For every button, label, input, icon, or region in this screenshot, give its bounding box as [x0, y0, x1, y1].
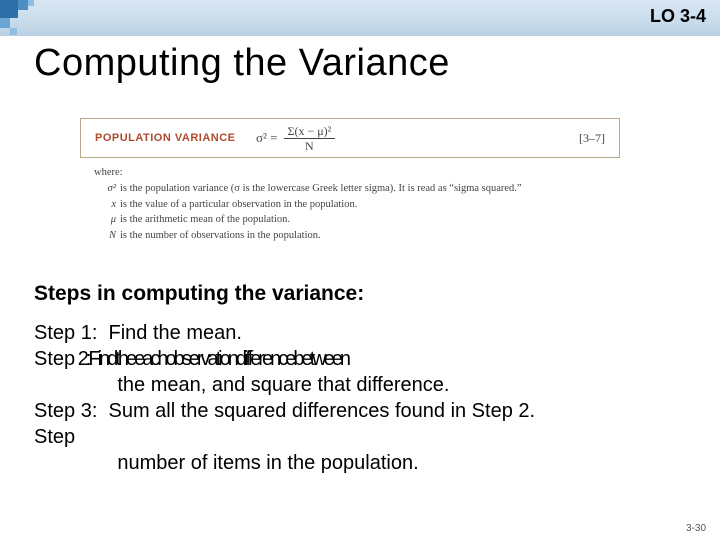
- step-line: Step: [34, 424, 690, 450]
- formula-fraction: Σ(x − μ)² N: [284, 125, 336, 152]
- formula-denominator: N: [305, 139, 314, 152]
- where-symbol: μ: [94, 212, 120, 228]
- where-symbol: σ²: [94, 181, 120, 197]
- learning-objective-label: LO 3-4: [650, 6, 706, 27]
- where-text: is the arithmetic mean of the population…: [120, 212, 290, 228]
- where-label: where:: [94, 165, 522, 181]
- formula-reference: [3–7]: [579, 131, 619, 146]
- formula-lhs: σ² =: [256, 130, 278, 146]
- page-number: 3-30: [686, 523, 706, 534]
- where-text: is the number of observations in the pop…: [120, 228, 321, 244]
- where-symbol: N: [94, 228, 120, 244]
- page-title: Computing the Variance: [34, 42, 450, 85]
- step-line: the mean, and square that difference.: [34, 372, 690, 398]
- where-text: is the population variance (σ is the low…: [120, 181, 522, 197]
- formula-equation: σ² = Σ(x − μ)² N: [256, 125, 579, 152]
- formula-numerator: Σ(x − μ)²: [284, 125, 336, 139]
- formula-label: POPULATION VARIANCE: [81, 132, 256, 144]
- title-bar: [0, 0, 720, 36]
- step-line: Step 1: Find the mean.: [34, 320, 690, 346]
- step-line: number of items in the population.: [34, 450, 690, 476]
- step-line: Step 3: Sum all the squared differences …: [34, 398, 690, 424]
- where-text: is the value of a particular observation…: [120, 197, 357, 213]
- formula-box: POPULATION VARIANCE σ² = Σ(x − μ)² N [3–…: [80, 118, 620, 158]
- step-line: Step 2:Findtheeachobservationdifferenceb…: [34, 346, 690, 372]
- where-block: where: σ²is the population variance (σ i…: [94, 165, 522, 244]
- steps-list: Step 1: Find the mean. Step 2:Findtheeac…: [34, 320, 690, 476]
- corner-decoration: [0, 0, 44, 44]
- steps-header: Steps in computing the variance:: [34, 282, 364, 306]
- slide: LO 3-4 Computing the Variance POPULATION…: [0, 0, 720, 540]
- step-garbled-text: 2:Findtheeachobservationdifferencebetwee…: [75, 348, 348, 370]
- where-symbol: x: [94, 197, 120, 213]
- step-prefix: Step: [34, 348, 75, 370]
